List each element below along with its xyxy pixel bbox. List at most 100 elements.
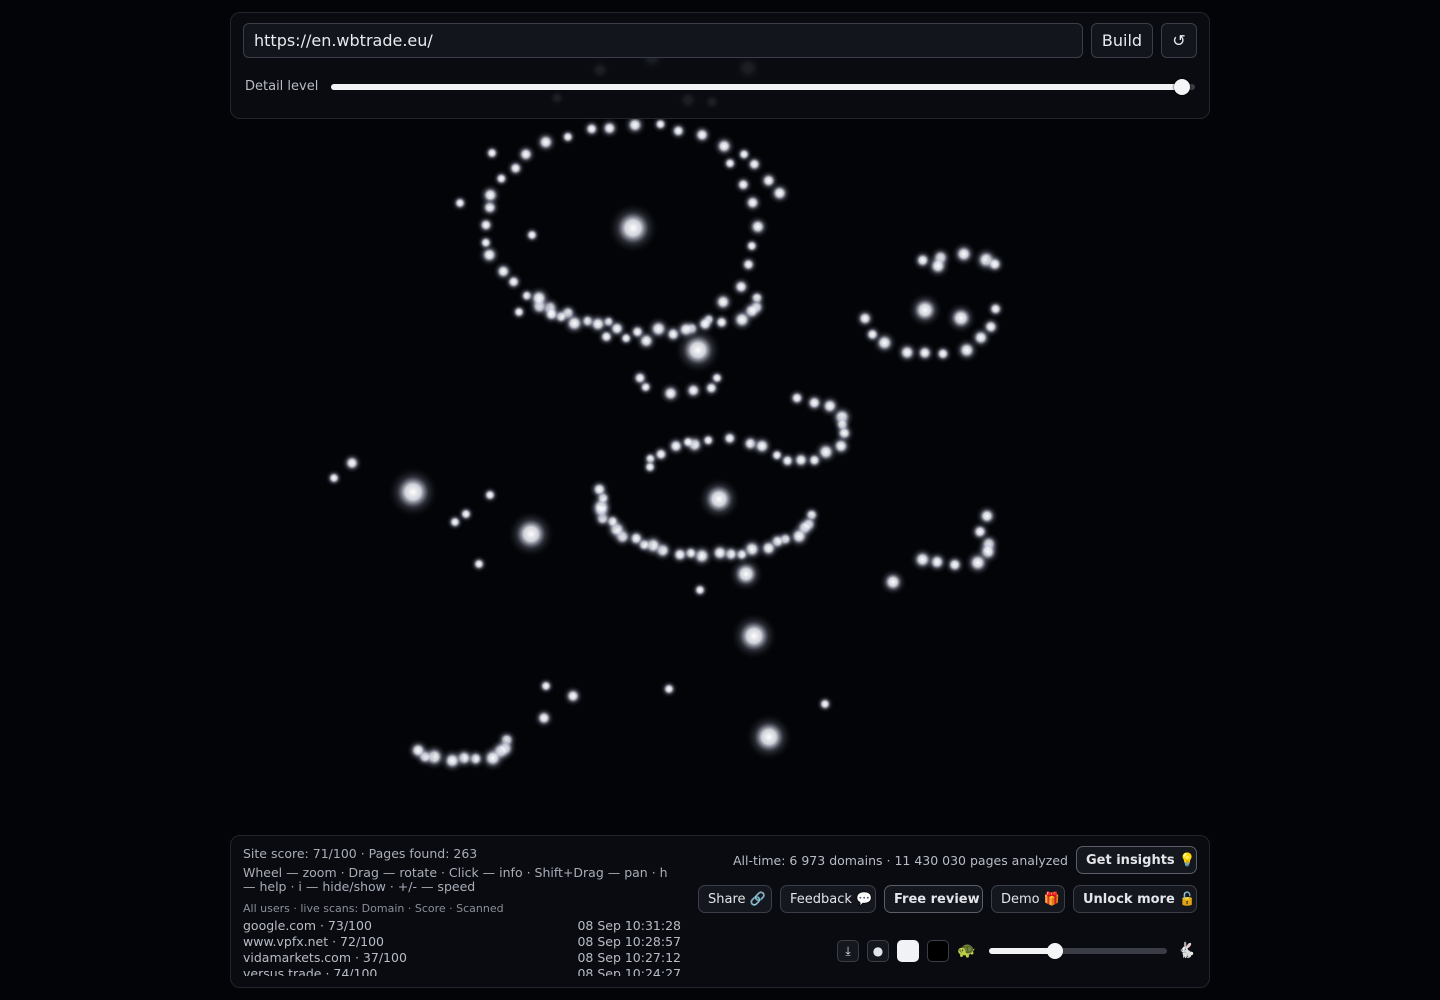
graph-node[interactable] (728, 556, 764, 592)
list-item[interactable]: versus.trade · 74/100 08 Sep 10:24:27 (243, 966, 681, 976)
detail-level-slider[interactable] (331, 79, 1195, 95)
detail-level-thumb[interactable] (1174, 79, 1191, 95)
graph-node[interactable] (925, 253, 951, 279)
graph-node[interactable] (701, 378, 722, 399)
graph-node[interactable] (932, 343, 953, 364)
graph-node[interactable] (341, 452, 363, 474)
graph-node[interactable] (627, 321, 648, 342)
speed-fill (989, 948, 1055, 954)
graph-node[interactable] (658, 381, 683, 406)
graph-node[interactable] (483, 144, 501, 162)
feedback-button[interactable]: Feedback 💬 (780, 885, 876, 913)
graph-node[interactable] (975, 504, 999, 528)
graph-node[interactable] (533, 130, 558, 155)
graph-node[interactable] (668, 120, 689, 141)
demo-button[interactable]: Demo 🎁 (991, 885, 1065, 913)
graph-node[interactable] (645, 315, 672, 342)
graph-node[interactable] (907, 292, 943, 328)
all-time-stats: All-time: 6 973 domains · 11 430 030 pag… (733, 853, 1068, 868)
url-input[interactable] (243, 23, 1083, 58)
free-review-button[interactable]: Free review (884, 885, 983, 913)
graph-node[interactable] (730, 612, 778, 660)
turtle-icon: 🐢 (957, 941, 976, 959)
reset-icon[interactable]: ↺ (1161, 23, 1197, 58)
list-item[interactable]: www.vpfx.net · 72/100 08 Sep 10:28:57 (243, 934, 681, 950)
share-button[interactable]: Share 🔗 (698, 885, 772, 913)
graph-node[interactable] (537, 677, 555, 695)
graph-node[interactable] (744, 154, 765, 175)
graph-node[interactable] (816, 695, 834, 713)
graph-node[interactable] (470, 555, 488, 573)
graph-node[interactable] (630, 368, 650, 388)
graph-node[interactable] (607, 202, 659, 254)
graph-node[interactable] (691, 581, 709, 599)
get-insights-button[interactable]: Get insights 💡 (1076, 846, 1197, 874)
graph-node[interactable] (741, 191, 764, 214)
graph-node[interactable] (451, 194, 469, 212)
scan-time: 08 Sep 10:31:28 (577, 918, 681, 933)
graph-node[interactable] (854, 307, 877, 330)
graph-node[interactable] (406, 738, 431, 763)
graph-node[interactable] (457, 505, 475, 523)
graph-node[interactable] (523, 226, 541, 244)
light-theme-swatch[interactable] (897, 940, 919, 962)
graph-node[interactable] (674, 326, 722, 374)
graph-node[interactable] (660, 680, 678, 698)
graph-node[interactable] (767, 181, 792, 206)
detail-level-label: Detail level (245, 79, 319, 94)
live-scans-list: google.com · 73/100 08 Sep 10:31:28 www.… (243, 918, 681, 976)
graph-node[interactable] (526, 285, 552, 311)
graph-node[interactable] (510, 303, 528, 321)
graph-node[interactable] (641, 458, 659, 476)
graph-node[interactable] (598, 117, 621, 140)
graph-node[interactable] (691, 123, 714, 146)
graph-node[interactable] (711, 289, 736, 314)
graph-node[interactable] (562, 685, 584, 707)
graph-node[interactable] (387, 466, 439, 518)
graph-node[interactable] (481, 486, 499, 504)
graph-node[interactable] (476, 215, 496, 235)
graph-node[interactable] (533, 707, 555, 729)
unlock-more-button[interactable]: Unlock more 🔓 (1073, 885, 1197, 913)
build-button[interactable]: Build (1091, 23, 1153, 58)
graph-node[interactable] (790, 449, 812, 471)
graph-node[interactable] (699, 431, 718, 450)
graph-node[interactable] (712, 134, 737, 159)
graph-node[interactable] (745, 214, 770, 239)
list-item[interactable]: vidamarkets.com · 37/100 08 Sep 10:27:12 (243, 950, 681, 966)
graph-node[interactable] (909, 546, 936, 573)
graph-node[interactable] (682, 379, 705, 402)
graph-node[interactable] (697, 477, 741, 521)
graph-node[interactable] (742, 236, 761, 255)
list-item[interactable]: google.com · 73/100 08 Sep 10:31:28 (243, 918, 681, 934)
download-icon[interactable]: ⤓ (837, 940, 859, 962)
graph-node[interactable] (507, 510, 555, 558)
speed-thumb[interactable] (1046, 943, 1063, 959)
graph-node[interactable] (719, 428, 740, 449)
graph-node[interactable] (745, 713, 793, 761)
help-text: Wheel — zoom · Drag — rotate · Click — i… (243, 865, 668, 894)
graph-node[interactable] (325, 469, 343, 487)
graph-node[interactable] (514, 143, 537, 166)
graph-node[interactable] (586, 311, 610, 336)
graph-node[interactable] (558, 127, 577, 146)
graph-node[interactable] (895, 340, 920, 365)
speed-slider[interactable] (989, 943, 1167, 959)
dark-theme-swatch[interactable] (927, 940, 949, 962)
graph-node[interactable] (953, 337, 980, 364)
graph-node[interactable] (983, 253, 1006, 276)
scan-domain: versus.trade · 74/100 (243, 966, 378, 976)
dot-mode-icon[interactable]: ● (867, 940, 889, 962)
graph-node[interactable] (963, 548, 992, 577)
graph-node[interactable] (476, 233, 495, 252)
graph-node[interactable] (738, 254, 759, 275)
graph-node[interactable] (588, 478, 611, 501)
graph-node[interactable] (679, 433, 697, 451)
graph-node[interactable] (985, 298, 1006, 319)
graph-node[interactable] (728, 306, 755, 333)
graph-node[interactable] (945, 302, 977, 334)
graph-node[interactable] (733, 174, 754, 195)
build-toolbar: Build ↺ Detail level (230, 12, 1210, 119)
graph-node[interactable] (721, 154, 740, 173)
graph-node[interactable] (879, 568, 907, 596)
